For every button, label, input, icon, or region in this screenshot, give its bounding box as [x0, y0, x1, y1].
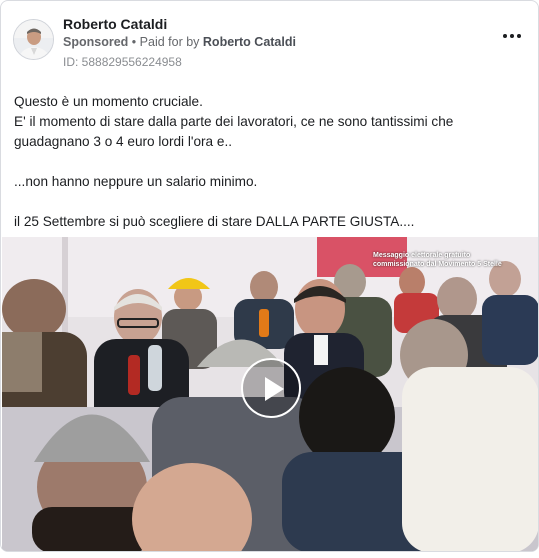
ad-header: Roberto Cataldi Sponsored • Paid for by …: [13, 13, 528, 73]
ellipsis-horizontal-icon[interactable]: [500, 27, 524, 45]
ad-body-text: Questo è un momento cruciale. E' il mome…: [14, 92, 519, 232]
video-caption: Messaggio elettorale gratuito commission…: [373, 252, 502, 268]
play-icon[interactable]: [241, 358, 301, 418]
body-line: ...non hanno neppure un salario minimo.: [14, 174, 258, 189]
play-triangle: [265, 377, 284, 401]
sponsored-meta: Sponsored • Paid for by Roberto Cataldi: [63, 35, 296, 49]
dot: [503, 34, 507, 38]
ad-card: Roberto Cataldi Sponsored • Paid for by …: [0, 0, 539, 552]
sponsored-label: Sponsored: [63, 35, 129, 49]
ad-id: ID: 588829556224958: [63, 55, 182, 69]
body-line: E' il momento di stare dalla parte dei l…: [14, 114, 454, 149]
body-line: Questo è un momento cruciale.: [14, 94, 203, 109]
video-media[interactable]: Messaggio elettorale gratuito commission…: [2, 237, 538, 551]
paid-for-name: Roberto Cataldi: [202, 35, 296, 49]
body-line: il 25 Settembre si può scegliere di star…: [14, 214, 415, 229]
advertiser-name[interactable]: Roberto Cataldi: [63, 16, 167, 32]
meta-separator: •: [131, 35, 137, 49]
paid-for-prefix: Paid for by: [139, 35, 200, 49]
dot: [517, 34, 521, 38]
dot: [510, 34, 514, 38]
avatar[interactable]: [13, 19, 54, 60]
